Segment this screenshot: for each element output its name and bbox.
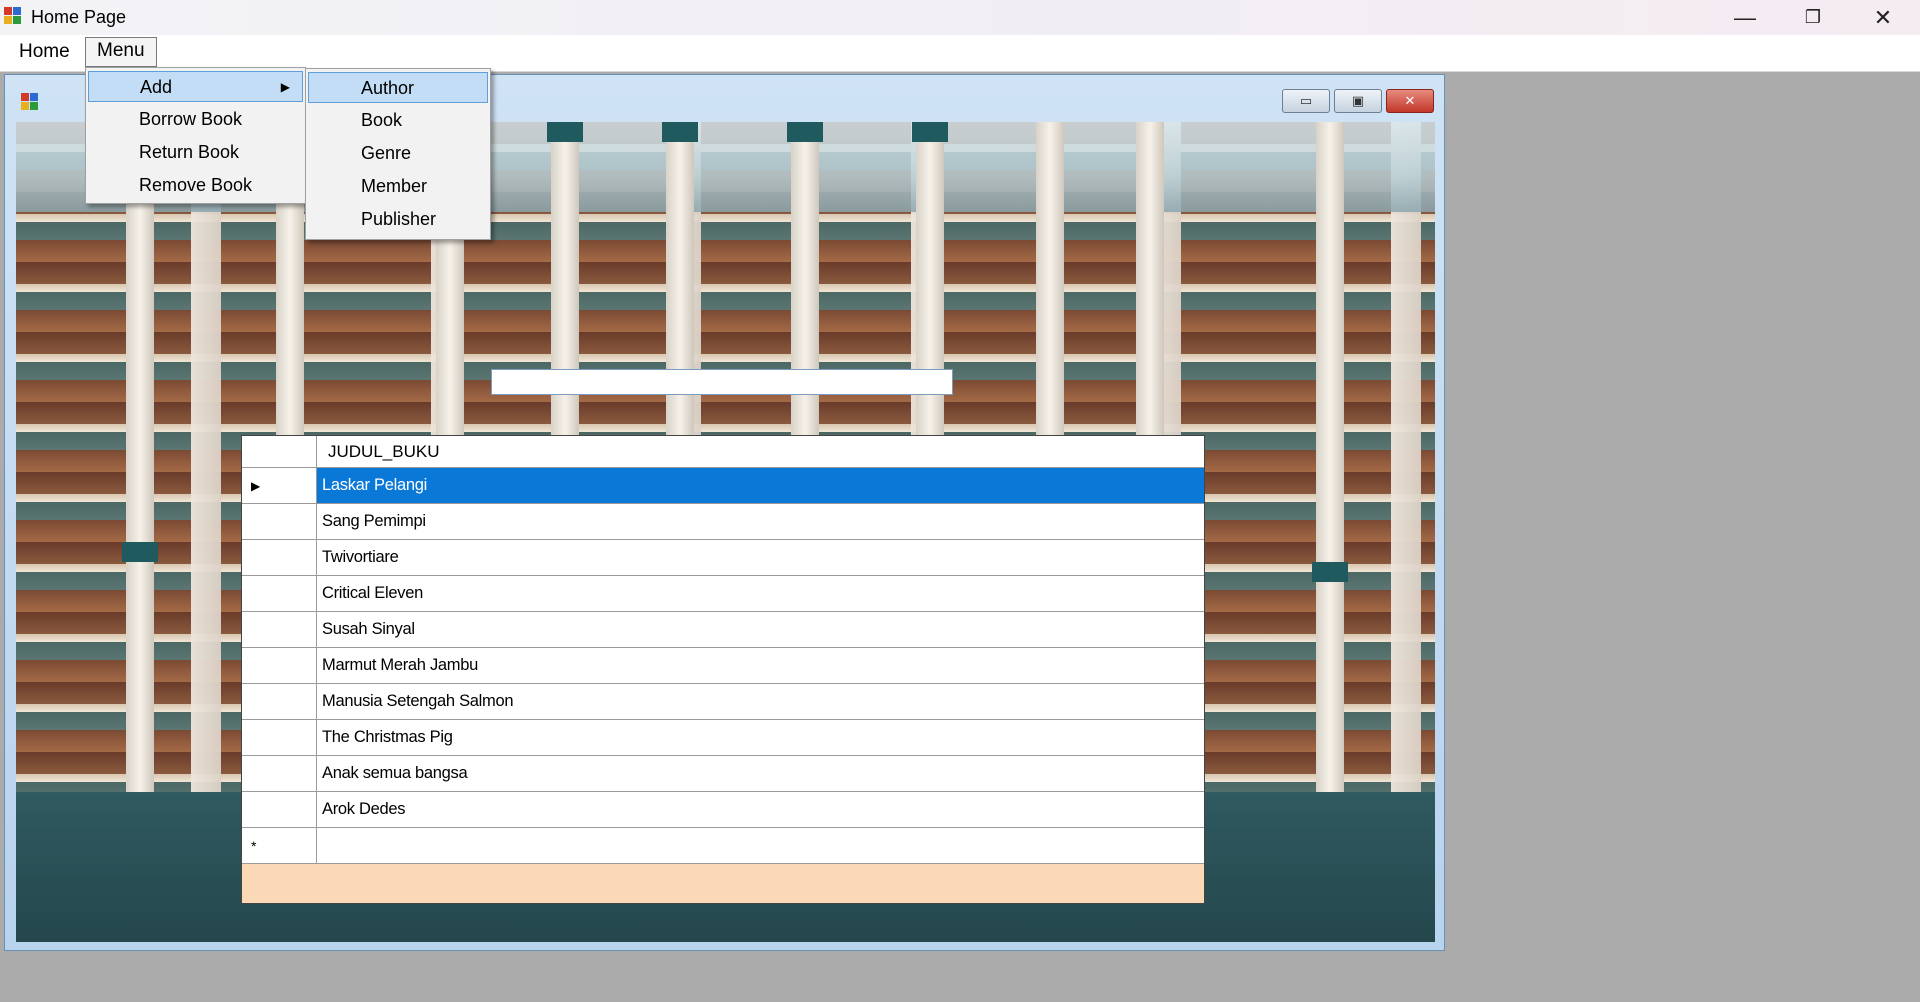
table-cell[interactable]: Critical Eleven <box>317 576 1204 612</box>
column-header-judul-buku[interactable]: JUDUL_BUKU <box>317 436 1204 468</box>
table-cell[interactable]: Arok Dedes <box>317 792 1204 828</box>
child-app-icon <box>21 93 39 111</box>
row-header-new[interactable]: * <box>242 828 317 864</box>
menu-item-add[interactable]: Add ▶ <box>88 71 303 102</box>
menu-item-borrow-book[interactable]: Borrow Book <box>88 104 303 135</box>
table-row[interactable]: The Christmas Pig <box>242 720 1204 756</box>
menu-item-remove-book[interactable]: Remove Book <box>88 170 303 201</box>
row-header[interactable] <box>242 612 317 648</box>
row-header[interactable] <box>242 756 317 792</box>
table-cell[interactable]: Susah Sinyal <box>317 612 1204 648</box>
row-header[interactable] <box>242 792 317 828</box>
title-bar: Home Page — ❐ ✕ <box>0 0 1920 35</box>
menu-dropdown: Add ▶ Borrow Book Return Book Remove Boo… <box>85 67 306 204</box>
submenu-item-genre[interactable]: Genre <box>308 138 488 169</box>
table-row[interactable]: Manusia Setengah Salmon <box>242 684 1204 720</box>
table-cell[interactable]: Laskar Pelangi <box>317 468 1204 504</box>
table-row[interactable]: Anak semua bangsa <box>242 756 1204 792</box>
grid-corner-header[interactable] <box>242 436 317 468</box>
restore-button[interactable]: ❐ <box>1778 0 1848 35</box>
submenu-item-book[interactable]: Book <box>308 105 488 136</box>
table-cell[interactable]: Manusia Setengah Salmon <box>317 684 1204 720</box>
table-cell[interactable]: Marmut Merah Jambu <box>317 648 1204 684</box>
child-close-button[interactable]: ✕ <box>1386 89 1434 113</box>
app-icon <box>4 7 22 25</box>
menu-item-add-label: Add <box>140 77 173 97</box>
row-header[interactable] <box>242 720 317 756</box>
menu-menu[interactable]: Menu <box>85 37 157 67</box>
submenu-item-publisher[interactable]: Publisher <box>308 204 488 235</box>
new-row-asterisk-icon: * <box>251 837 257 854</box>
search-input[interactable] <box>491 369 953 395</box>
submenu-item-author[interactable]: Author <box>308 72 488 103</box>
table-cell[interactable]: Twivortiare <box>317 540 1204 576</box>
table-row[interactable]: Arok Dedes <box>242 792 1204 828</box>
submenu-arrow-icon: ▶ <box>280 80 290 94</box>
close-button[interactable]: ✕ <box>1848 0 1918 35</box>
table-row[interactable]: Critical Eleven <box>242 576 1204 612</box>
window-title: Home Page <box>31 7 127 27</box>
table-cell[interactable]: Anak semua bangsa <box>317 756 1204 792</box>
new-table-row[interactable]: * <box>242 828 1204 864</box>
row-header[interactable] <box>242 576 317 612</box>
table-row[interactable]: Marmut Merah Jambu <box>242 648 1204 684</box>
minimize-button[interactable]: — <box>1710 0 1780 35</box>
table-row[interactable]: Susah Sinyal <box>242 612 1204 648</box>
table-cell[interactable]: Sang Pemimpi <box>317 504 1204 540</box>
table-row[interactable]: Sang Pemimpi <box>242 504 1204 540</box>
row-header[interactable] <box>242 684 317 720</box>
row-header-current[interactable]: ▶ <box>242 468 317 504</box>
table-row[interactable]: ▶ Laskar Pelangi <box>242 468 1204 504</box>
row-header[interactable] <box>242 540 317 576</box>
row-header[interactable] <box>242 504 317 540</box>
submenu-item-member[interactable]: Member <box>308 171 488 202</box>
menu-home[interactable]: Home <box>8 38 81 66</box>
new-row-cell[interactable] <box>317 828 1204 864</box>
table-cell[interactable]: The Christmas Pig <box>317 720 1204 756</box>
child-minimize-button[interactable]: ▭ <box>1282 89 1330 113</box>
menu-item-return-book[interactable]: Return Book <box>88 137 303 168</box>
add-submenu: Author Book Genre Member Publisher <box>305 68 491 240</box>
child-maximize-button[interactable]: ▣ <box>1334 89 1382 113</box>
current-row-arrow-icon: ▶ <box>251 478 261 493</box>
row-header[interactable] <box>242 648 317 684</box>
table-row[interactable]: Twivortiare <box>242 540 1204 576</box>
books-data-grid[interactable]: JUDUL_BUKU ▶ Laskar Pelangi Sang Pemimpi… <box>241 435 1205 904</box>
